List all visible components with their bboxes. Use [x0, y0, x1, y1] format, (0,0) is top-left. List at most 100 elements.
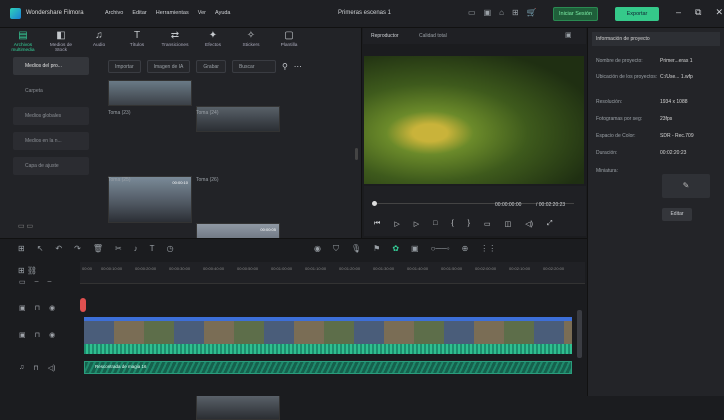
menu-ayuda[interactable]: Ayuda — [215, 10, 231, 16]
track-lock-icon[interactable]: – — [35, 278, 39, 286]
play-icon-alt[interactable]: ▷ — [414, 220, 419, 228]
snapshot-icon[interactable]: ▣ — [565, 31, 572, 39]
mark-in-icon[interactable]: { — [451, 220, 453, 228]
search-input[interactable]: Buscar — [231, 60, 276, 73]
stop-icon[interactable]: □ — [433, 220, 437, 228]
ruler-tick: 00:00:30:00 — [169, 266, 191, 271]
close-icon[interactable]: ✕ — [715, 7, 723, 18]
layout-icon[interactable]: ▣ — [484, 8, 492, 17]
audio-tool-icon[interactable]: ♪ — [134, 244, 138, 253]
layout-grid-icon[interactable]: ⋮⋮ — [480, 244, 496, 254]
menu-editar[interactable]: Editar — [132, 10, 146, 16]
music-icon: ♫ — [95, 30, 103, 41]
lock-icon[interactable]: ⊓ — [33, 364, 38, 372]
prev-frame-icon[interactable]: ⏮ — [374, 220, 380, 228]
export-button[interactable]: Exportar — [615, 7, 659, 21]
tab-effects[interactable]: ✦ Efectos — [196, 30, 230, 53]
cut-icon[interactable]: ✂ — [115, 244, 122, 253]
zoom-in-icon[interactable]: ⊕ — [462, 244, 469, 254]
thumbnail-edit-icon[interactable]: ✎ — [662, 174, 710, 198]
menu-ver[interactable]: Ver — [198, 10, 206, 16]
info-row: Resolución: 1934 x 1088 — [596, 99, 688, 105]
mic-icon[interactable]: 🎙 — [351, 244, 361, 254]
grid-tool-icon[interactable]: ⊞ — [18, 244, 25, 253]
music-clip-label: Rescontrada de magia 16 — [95, 364, 147, 369]
tab-stickers[interactable]: ✧ Stickers — [234, 30, 268, 53]
tab-audio[interactable]: ♫ Audio — [82, 30, 116, 53]
sidebar-item-adjustment-layer[interactable]: Capa de ajuste — [13, 157, 89, 175]
delete-icon[interactable]: 🗑 — [93, 244, 103, 253]
media-scrollbar[interactable] — [355, 148, 358, 160]
eye-icon[interactable]: ◉ — [49, 331, 55, 339]
speed-icon[interactable]: ◷ — [167, 244, 174, 253]
menu-herramientas[interactable]: Herramientas — [156, 10, 189, 16]
project-title: Primeras escenas 1 — [338, 10, 392, 16]
video-audio-waveform[interactable] — [84, 344, 572, 354]
sidebar-item-global-media[interactable]: Medios globales — [13, 107, 89, 125]
add-track-icon[interactable]: ⊞ ⛓ — [18, 266, 37, 275]
grid-icon[interactable]: ⊞ — [512, 8, 519, 17]
render-icon[interactable]: ◉ — [314, 244, 321, 254]
volume-icon[interactable]: ◁) — [525, 220, 533, 228]
menu-bar: Archivo Editar Herramientas Ver Ayuda — [105, 10, 231, 16]
quality-select[interactable]: Calidad total — [419, 33, 447, 39]
redo-icon[interactable]: ↷ — [74, 244, 81, 253]
media-thumb[interactable]: 00:00:10 — [108, 176, 192, 223]
playhead[interactable] — [80, 298, 86, 312]
timeline-scrollbar[interactable] — [577, 310, 582, 358]
player-label[interactable]: Reproductor — [371, 33, 399, 39]
sign-in-button[interactable]: Iniciar Sesión — [553, 7, 599, 21]
more-icon[interactable]: ⋯ — [294, 62, 302, 71]
undo-icon[interactable]: ↶ — [55, 244, 62, 253]
filter-icon[interactable]: ⚲ — [282, 62, 288, 71]
fullscreen-icon[interactable]: ⤢ — [547, 220, 553, 228]
marker-icon[interactable]: ⚑ — [373, 244, 380, 254]
restore-icon[interactable]: ⧉ — [695, 7, 701, 18]
eye-icon[interactable]: ◉ — [49, 304, 55, 312]
music-clip[interactable]: Rescontrada de magia 16 — [84, 361, 572, 374]
camera-icon[interactable]: ◫ — [505, 220, 512, 228]
minimize-icon[interactable]: – — [676, 7, 681, 18]
home-icon[interactable]: ⌂ — [499, 8, 504, 17]
video-track-icon: ▣ — [19, 305, 26, 312]
info-row: Nombre de proyecto: Primer...eras 1 — [596, 58, 693, 64]
sidebar-item-folder[interactable]: Carpeta — [13, 82, 89, 100]
scrubber-handle[interactable] — [372, 201, 377, 206]
media-thumb[interactable] — [108, 80, 192, 106]
video-clips[interactable] — [84, 317, 572, 344]
menu-archivo[interactable]: Archivo — [105, 10, 123, 16]
pip-icon[interactable]: ▣ — [411, 244, 419, 254]
record-button[interactable]: Grabar — [196, 60, 226, 73]
edit-button[interactable]: Editar — [662, 208, 692, 221]
timeline-ruler[interactable]: 00:00 00:00:10:00 00:00:20:00 00:00:30:0… — [80, 262, 585, 284]
ruler-tick: 00:01:10:00 — [305, 266, 327, 271]
monitor-icon[interactable]: ▭ — [484, 220, 491, 228]
cart-icon[interactable]: 🛒 — [527, 8, 537, 17]
zoom-slider[interactable]: ○──◦ — [431, 244, 450, 254]
speaker-icon[interactable]: ◁) — [48, 364, 56, 372]
tab-transitions[interactable]: ⇄ Transiciones — [158, 30, 192, 53]
timeline-right-tools: ◉ ⛉ 🎙 ⚑ ✿ ▣ ○──◦ ⊕ ⋮⋮ — [314, 244, 496, 254]
tab-media[interactable]: ▤ Archivos multimedia — [6, 30, 40, 53]
lock-icon[interactable]: ⊓ — [35, 331, 40, 339]
import-button[interactable]: Importar — [108, 60, 141, 73]
tab-stock[interactable]: ◧ Medios de Stock — [44, 30, 78, 53]
tab-template[interactable]: ▢ Plantilla — [272, 30, 306, 53]
tab-titles[interactable]: T Títulos — [120, 30, 154, 53]
video-track-icon: ▣ — [19, 332, 26, 339]
select-tool-icon[interactable]: ↖ — [37, 244, 44, 253]
lock-icon[interactable]: ⊓ — [35, 304, 40, 312]
sidebar-item-cloud-media[interactable]: Medios en la n... — [13, 132, 89, 150]
shield-icon[interactable]: ⛉ — [333, 244, 339, 254]
folder-add-icon[interactable]: ▭ ▭ — [18, 222, 33, 230]
text-tool-icon[interactable]: T — [150, 244, 155, 253]
thumb-duration: 00:00:10 — [172, 180, 188, 185]
sidebar-item-project-media[interactable]: Medios del pro... — [13, 57, 89, 75]
play-icon[interactable]: ▷ — [394, 220, 399, 228]
ai-icon[interactable]: ✿ — [392, 244, 399, 254]
monitor-icon[interactable]: ▭ — [468, 8, 476, 17]
track-eye-icon[interactable]: – — [48, 278, 52, 286]
info-row: Ubicación de los proyectos: C:/Use... 1.w… — [596, 74, 693, 80]
mark-out-icon[interactable]: } — [468, 220, 470, 228]
ai-image-button[interactable]: Imagen de IA — [146, 60, 191, 73]
